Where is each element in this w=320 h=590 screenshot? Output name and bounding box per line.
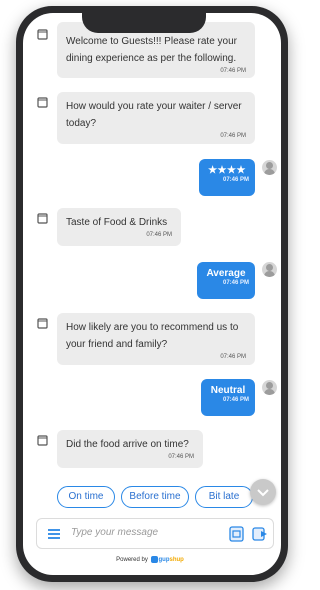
bot-icon <box>37 29 48 40</box>
brand-name-part1: gup <box>158 557 170 564</box>
message-time: 07:46 PM <box>168 454 194 460</box>
message-text-line: Taste of Food & Drinks <box>66 217 168 228</box>
brand-logo-icon <box>150 556 158 563</box>
phone-notch <box>82 7 206 33</box>
bot-message: Did the food arrive on time? 07:46 PM <box>57 430 203 468</box>
bot-icon <box>37 318 48 329</box>
message-time: 07:46 PM <box>222 280 249 286</box>
user-avatar-icon <box>262 160 277 175</box>
brand-name-part2: shup <box>169 557 184 564</box>
message-input-bar: Type your message <box>36 518 274 549</box>
user-message: Average 07:46 PM <box>197 262 255 299</box>
message-time: 07:46 PM <box>220 354 246 360</box>
message-time: 07:46 PM <box>220 133 246 139</box>
user-avatar-icon <box>262 262 277 277</box>
message-text-line: How would you rate your waiter / server <box>66 101 242 112</box>
message-text-line: today? <box>66 118 97 129</box>
message-text-line: How likely are you to recommend us to <box>66 322 239 333</box>
message-text: Average <box>206 268 246 279</box>
message-text-line: your friend and family? <box>66 339 168 350</box>
bot-icon <box>37 435 48 446</box>
powered-by-footer: Powered by gupshup <box>0 556 300 563</box>
message-text-line: Welcome to Guests!!! Please rate your <box>66 36 238 47</box>
quick-reply-on-time[interactable]: On time <box>57 486 115 508</box>
message-time: 07:46 PM <box>220 68 246 74</box>
user-message: Neutral 07:46 PM <box>201 379 255 416</box>
bot-message: Taste of Food & Drinks 07:46 PM <box>57 208 181 246</box>
user-avatar-icon <box>262 380 277 395</box>
powered-by-label: Powered by <box>116 557 148 564</box>
bot-message: How likely are you to recommend us to yo… <box>57 313 255 365</box>
bot-icon <box>37 97 48 108</box>
menu-icon[interactable] <box>47 528 61 540</box>
send-icon[interactable] <box>252 526 268 542</box>
bot-message: How would you rate your waiter / server … <box>57 92 255 144</box>
rating-stars: ★★★★ <box>208 165 246 176</box>
quick-reply-bit-late[interactable]: Bit late <box>195 486 253 508</box>
message-time: 07:46 PM <box>222 397 249 403</box>
message-text-line: Did the food arrive on time? <box>66 439 189 450</box>
quick-reply-before-time[interactable]: Before time <box>121 486 189 508</box>
chevron-down-icon <box>257 489 269 497</box>
user-message: ★★★★ 07:46 PM <box>199 159 255 196</box>
bot-icon <box>37 213 48 224</box>
message-input[interactable]: Type your message <box>71 527 158 538</box>
message-time: 07:46 PM <box>146 232 172 238</box>
message-text: Neutral <box>210 385 246 396</box>
attach-icon[interactable] <box>229 526 244 542</box>
scroll-down-button[interactable] <box>250 479 276 505</box>
message-time: 07:46 PM <box>222 177 249 183</box>
message-text-line: dining experience as per the following. <box>66 53 237 64</box>
